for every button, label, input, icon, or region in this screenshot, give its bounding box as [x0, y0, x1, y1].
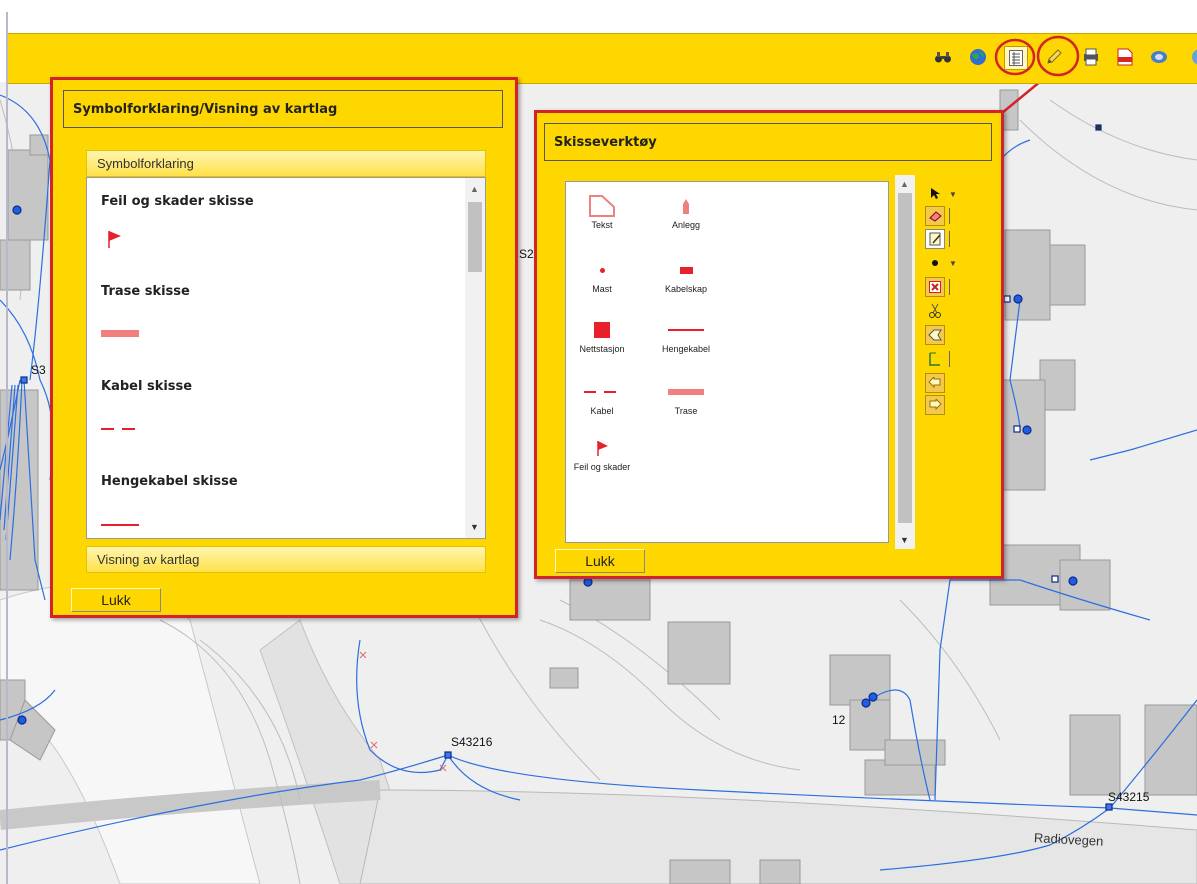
- highlight-ring-pencil: [1036, 35, 1080, 77]
- eraser-icon[interactable]: [925, 206, 945, 226]
- binoculars-icon[interactable]: [932, 46, 954, 68]
- symbol-trase[interactable]: Trase: [650, 378, 722, 416]
- highlight-ring-legend: [994, 38, 1036, 76]
- measure-icon[interactable]: [925, 349, 945, 369]
- legend-scrollbar[interactable]: ▲ ▼: [465, 178, 485, 538]
- trase-line-symbol: [101, 330, 139, 337]
- scroll-thumb[interactable]: [468, 202, 482, 272]
- house-shape-icon: [683, 199, 689, 214]
- sketch-tool-strip: ▼ ▼: [925, 181, 973, 431]
- chevron-down-icon[interactable]: ▼: [949, 259, 957, 268]
- kabel-line-symbol: [101, 428, 141, 430]
- legend-item-label: Feil og skader skisse: [101, 194, 254, 209]
- scroll-up-icon[interactable]: ▲: [470, 184, 479, 194]
- scroll-up-icon[interactable]: ▲: [900, 179, 909, 189]
- station-label: S43215: [1108, 790, 1150, 804]
- accordion-visning-av-kartlag[interactable]: Visning av kartlag: [86, 546, 486, 573]
- redo-icon[interactable]: [925, 395, 945, 415]
- print-map-icon[interactable]: [1080, 46, 1102, 68]
- legend-list: Feil og skader skisse Trase skisse Kabel…: [86, 177, 486, 539]
- symbol-anlegg[interactable]: Anlegg: [650, 192, 722, 230]
- undo-icon[interactable]: [925, 373, 945, 393]
- legend-item-label: Kabel skisse: [101, 379, 193, 394]
- symbol-label: Feil og skader: [573, 462, 631, 472]
- legend-item-label: Hengekabel skisse: [101, 474, 238, 489]
- station-label: S2: [519, 247, 534, 261]
- globe-icon[interactable]: [967, 46, 989, 68]
- reshape-icon[interactable]: [925, 325, 945, 345]
- select-arrow-icon[interactable]: [925, 183, 945, 203]
- square-icon: [594, 322, 610, 338]
- dashed-line-icon: [584, 391, 620, 393]
- sketch-panel: Skisseverktøy Tekst Anlegg Mast Kabelska…: [534, 110, 1004, 579]
- symbol-label: Anlegg: [671, 220, 701, 230]
- close-button[interactable]: Lukk: [71, 588, 161, 612]
- pdf-icon[interactable]: [1114, 46, 1136, 68]
- flag-icon: [108, 231, 121, 248]
- scroll-thumb[interactable]: [898, 193, 912, 523]
- scroll-down-icon[interactable]: ▼: [470, 522, 479, 532]
- thick-line-icon: [668, 389, 704, 395]
- symbol-feil-og-skader[interactable]: Feil og skader: [570, 434, 634, 472]
- sketch-symbol-list: Tekst Anlegg Mast Kabelskap Nettstasjon …: [565, 181, 889, 543]
- edit-note-icon[interactable]: [925, 229, 945, 249]
- hengekabel-line-symbol: [101, 524, 139, 526]
- tool-separator: [949, 279, 950, 295]
- station-label: S3: [31, 363, 46, 377]
- small-rect-icon: [679, 266, 693, 274]
- thin-line-icon: [668, 329, 704, 331]
- symbol-nettstasjon[interactable]: Nettstasjon: [566, 316, 638, 354]
- house-number-label: 12: [832, 713, 846, 727]
- symbol-label: Trase: [674, 406, 698, 416]
- tool-separator: [949, 208, 950, 224]
- scroll-down-icon[interactable]: ▼: [900, 535, 909, 545]
- symbol-label: Mast: [592, 284, 612, 294]
- delete-icon[interactable]: [925, 277, 945, 297]
- flag-icon: [597, 441, 608, 456]
- cut-icon[interactable]: [925, 301, 945, 321]
- window-edge: [6, 12, 8, 884]
- legend-item-label: Trase skisse: [101, 284, 190, 299]
- symbol-hengekabel[interactable]: Hengekabel: [650, 316, 722, 354]
- sketch-panel-title: Skisseverktøy: [544, 123, 992, 161]
- tool-separator: [949, 351, 950, 367]
- close-button[interactable]: Lukk: [555, 549, 645, 573]
- symbol-label: Hengekabel: [661, 344, 711, 354]
- dot-icon: [599, 267, 605, 273]
- sketch-scrollbar[interactable]: ▲ ▼: [895, 175, 915, 549]
- station-label: S43216: [451, 735, 493, 749]
- symbol-label: Tekst: [591, 220, 613, 230]
- symbol-label: Kabelskap: [664, 284, 708, 294]
- point-icon[interactable]: [925, 253, 945, 273]
- symbol-kabel[interactable]: Kabel: [566, 378, 638, 416]
- accordion-symbolforklaring[interactable]: Symbolforklaring: [86, 150, 486, 177]
- legend-panel-title: Symbolforklaring/Visning av kartlag: [63, 90, 503, 128]
- symbol-label: Nettstasjon: [579, 344, 625, 354]
- symbol-mast[interactable]: Mast: [566, 256, 638, 294]
- help-icon[interactable]: [1182, 46, 1197, 68]
- symbol-kabelskap[interactable]: Kabelskap: [650, 256, 722, 294]
- symbol-tekst[interactable]: Tekst: [566, 192, 638, 230]
- symbol-label: Kabel: [590, 406, 614, 416]
- legend-panel: Symbolforklaring/Visning av kartlag Symb…: [50, 77, 518, 618]
- chevron-down-icon[interactable]: ▼: [949, 190, 957, 199]
- text-shape-icon: [589, 195, 615, 217]
- tool-separator: [949, 231, 950, 247]
- streetview-icon[interactable]: [1148, 46, 1170, 68]
